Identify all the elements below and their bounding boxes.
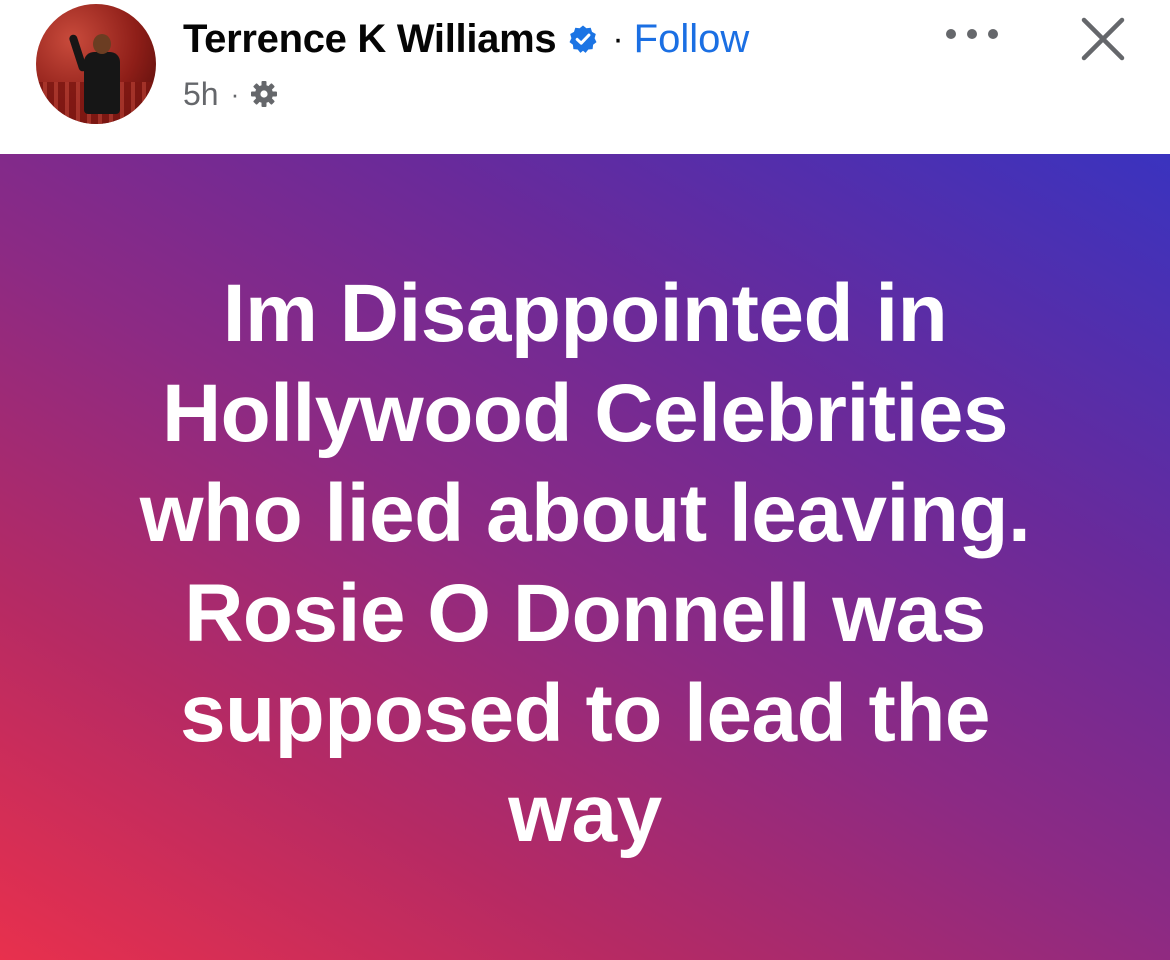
post-meta-row: 5h · — [183, 72, 279, 116]
more-options-icon[interactable] — [946, 22, 998, 46]
author-avatar[interactable] — [36, 4, 156, 124]
avatar-figure-head — [93, 34, 111, 54]
more-dot — [967, 29, 977, 39]
post-body-text: Im Disappointed in Hollywood Celebrities… — [139, 268, 1031, 859]
close-icon[interactable] — [1078, 14, 1128, 64]
gear-icon[interactable] — [249, 79, 279, 109]
follow-button[interactable]: Follow — [634, 17, 750, 62]
verified-badge-icon — [568, 24, 598, 54]
post-background: Im Disappointed in Hollywood Celebrities… — [0, 154, 1170, 960]
post-header: Terrence K Williams · Follow 5h · — [0, 0, 1170, 154]
author-name-row: Terrence K Williams · Follow — [183, 14, 749, 64]
name-follow-separator: · — [612, 19, 624, 58]
author-name[interactable]: Terrence K Williams — [183, 17, 557, 62]
more-dot — [988, 29, 998, 39]
avatar-figure-body — [84, 52, 120, 114]
meta-separator: · — [230, 78, 240, 109]
more-dot — [946, 29, 956, 39]
post-timestamp[interactable]: 5h — [183, 76, 219, 113]
